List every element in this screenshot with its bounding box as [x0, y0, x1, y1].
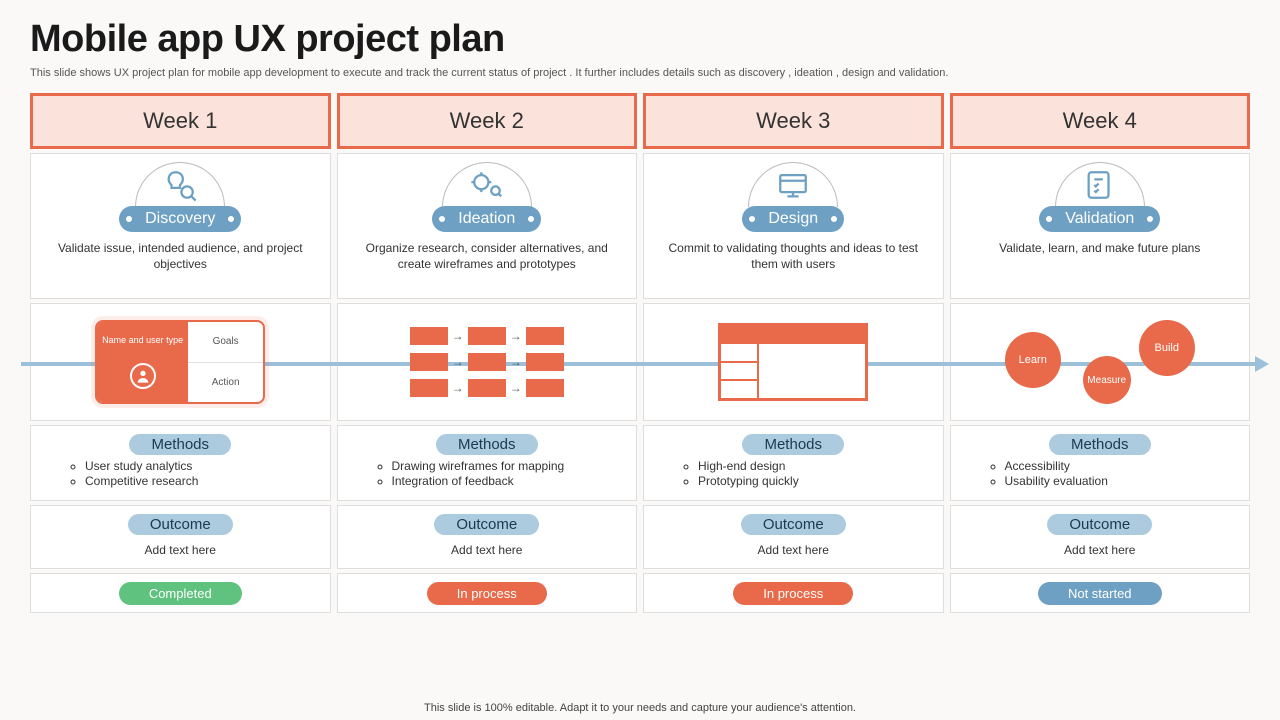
- week-column: Week 4 Validation Validate, learn, and m…: [950, 93, 1251, 613]
- outcome-text: Add text here: [451, 543, 522, 557]
- discovery-icon: [135, 162, 225, 207]
- week-column: Week 3 Design Commit to validating thoug…: [643, 93, 944, 613]
- week-header: Week 1: [30, 93, 331, 149]
- flowchart-illustration: →→ →→ →→: [410, 327, 564, 397]
- user-icon: [130, 363, 156, 389]
- illustration-cell: →→ →→ →→: [337, 303, 638, 421]
- wireframe-illustration: [718, 323, 868, 401]
- phase-cell: Validation Validate, learn, and make fut…: [950, 153, 1251, 299]
- persona-goals-label: Goals: [188, 322, 263, 363]
- phase-badge: Ideation: [432, 206, 541, 232]
- persona-card-illustration: Name and user type Goals Action: [95, 320, 265, 404]
- outcome-badge: Outcome: [1047, 514, 1152, 535]
- outcome-text: Add text here: [145, 543, 216, 557]
- outcome-cell: Outcome Add text here: [337, 505, 638, 569]
- outcome-badge: Outcome: [741, 514, 846, 535]
- outcome-badge: Outcome: [434, 514, 539, 535]
- illustration-cell: Name and user type Goals Action: [30, 303, 331, 421]
- method-item: Integration of feedback: [392, 474, 627, 488]
- build-circle: Build: [1139, 320, 1195, 376]
- measure-circle: Measure: [1083, 356, 1131, 404]
- phase-badge: Design: [742, 206, 844, 232]
- phase-badge: Validation: [1039, 206, 1160, 232]
- method-item: Prototyping quickly: [698, 474, 933, 488]
- method-item: Accessibility: [1005, 459, 1240, 473]
- status-cell: In process: [337, 573, 638, 613]
- page-subtitle: This slide shows UX project plan for mob…: [30, 67, 1250, 79]
- phase-cell: Discovery Validate issue, intended audie…: [30, 153, 331, 299]
- status-badge: Not started: [1038, 582, 1162, 605]
- methods-badge: Methods: [436, 434, 538, 455]
- method-item: Usability evaluation: [1005, 474, 1240, 488]
- week-header: Week 4: [950, 93, 1251, 149]
- week-header: Week 2: [337, 93, 638, 149]
- plan-grid: Week 1 Discovery Validate issue, intende…: [30, 93, 1250, 613]
- outcome-text: Add text here: [1064, 543, 1135, 557]
- persona-name-label: Name and user type: [102, 335, 183, 345]
- status-cell: Not started: [950, 573, 1251, 613]
- outcome-cell: Outcome Add text here: [30, 505, 331, 569]
- phase-desc: Validate, learn, and make future plans: [999, 240, 1200, 256]
- methods-cell: Methods Drawing wireframes for mapping I…: [337, 425, 638, 501]
- footer-note: This slide is 100% editable. Adapt it to…: [0, 702, 1280, 714]
- ideation-icon: [442, 162, 532, 207]
- phase-cell: Design Commit to validating thoughts and…: [643, 153, 944, 299]
- methods-badge: Methods: [129, 434, 231, 455]
- phase-desc: Organize research, consider alternatives…: [348, 240, 627, 272]
- outcome-cell: Outcome Add text here: [950, 505, 1251, 569]
- methods-badge: Methods: [742, 434, 844, 455]
- cycle-illustration: Learn Build Measure: [1005, 314, 1195, 410]
- illustration-cell: Learn Build Measure: [950, 303, 1251, 421]
- persona-action-label: Action: [188, 363, 263, 403]
- week-column: Week 2 Ideation Organize research, consi…: [337, 93, 638, 613]
- method-item: Drawing wireframes for mapping: [392, 459, 627, 473]
- design-icon: [748, 162, 838, 207]
- week-header: Week 3: [643, 93, 944, 149]
- status-badge: Completed: [119, 582, 242, 605]
- outcome-cell: Outcome Add text here: [643, 505, 944, 569]
- illustration-cell: [643, 303, 944, 421]
- status-cell: Completed: [30, 573, 331, 613]
- week-column: Week 1 Discovery Validate issue, intende…: [30, 93, 331, 613]
- methods-cell: Methods User study analytics Competitive…: [30, 425, 331, 501]
- phase-cell: Ideation Organize research, consider alt…: [337, 153, 638, 299]
- page-title: Mobile app UX project plan: [30, 18, 1250, 61]
- method-item: User study analytics: [85, 459, 320, 473]
- method-item: High-end design: [698, 459, 933, 473]
- status-badge: In process: [427, 582, 547, 605]
- methods-cell: Methods High-end design Prototyping quic…: [643, 425, 944, 501]
- validation-icon: [1055, 162, 1145, 207]
- outcome-badge: Outcome: [128, 514, 233, 535]
- methods-badge: Methods: [1049, 434, 1151, 455]
- phase-desc: Commit to validating thoughts and ideas …: [654, 240, 933, 272]
- methods-cell: Methods Accessibility Usability evaluati…: [950, 425, 1251, 501]
- method-item: Competitive research: [85, 474, 320, 488]
- learn-circle: Learn: [1005, 332, 1061, 388]
- outcome-text: Add text here: [758, 543, 829, 557]
- status-badge: In process: [733, 582, 853, 605]
- status-cell: In process: [643, 573, 944, 613]
- phase-badge: Discovery: [119, 206, 241, 232]
- phase-desc: Validate issue, intended audience, and p…: [41, 240, 320, 272]
